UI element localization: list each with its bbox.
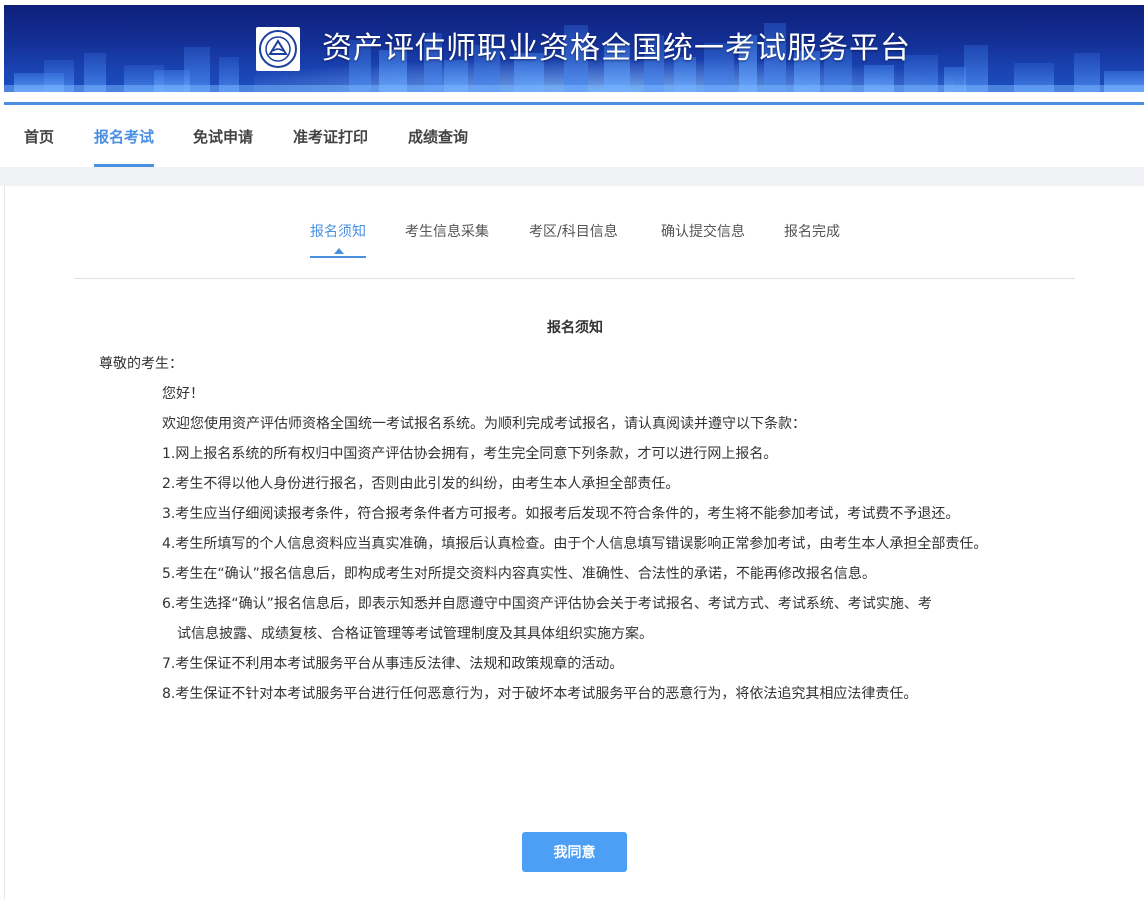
notice-item: 8.考生保证不针对本考试服务平台进行任何恶意行为，对于破坏本考试服务平台的恶意行… — [162, 686, 918, 702]
notice-item: 2.考生不得以他人身份进行报名，否则由此引发的纠纷，由考生本人承担全部责任。 — [162, 476, 680, 492]
step-divider — [74, 278, 1075, 279]
notice-title: 报名须知 — [547, 320, 603, 336]
platform-title: 资产评估师职业资格全国统一考试服务平台 — [322, 31, 911, 66]
notice-body: 您好！ 欢迎您使用资产评估师资格全国统一考试报名系统。为顺利完成考试报名，请认真… — [162, 384, 1042, 714]
step-tab-region-subject[interactable]: 考区/科目信息 — [529, 223, 618, 241]
step-tab-confirm[interactable]: 确认提交信息 — [661, 223, 745, 241]
header-banner: 资产评估师职业资格全国统一考试服务平台 — [4, 5, 1144, 92]
nav-item-exemption[interactable]: 免试申请 — [193, 127, 253, 147]
notice-item: 7.考生保证不利用本考试服务平台从事违反法律、法规和政策规章的活动。 — [162, 656, 624, 672]
notice-salutation: 尊敬的考生： — [99, 356, 183, 372]
step-active-indicator — [310, 256, 366, 258]
step-tab-notice[interactable]: 报名须知 — [310, 223, 366, 241]
step-tab-complete[interactable]: 报名完成 — [784, 223, 840, 241]
registration-card: 报名须知 考生信息采集 考区/科目信息 确认提交信息 报名完成 报名须知 尊敬的… — [4, 186, 1144, 900]
notice-item: 1.网上报名系统的所有权归中国资产评估协会拥有，考生完全同意下列条款，才可以进行… — [162, 446, 778, 462]
notice-item: 5.考生在“确认”报名信息后，即构成考生对所提交资料内容真实性、准确性、合法性的… — [162, 566, 876, 582]
main-nav: 首页 报名考试 免试申请 准考证打印 成绩查询 — [0, 105, 1144, 167]
notice-intro: 欢迎您使用资产评估师资格全国统一考试报名系统。为顺利完成考试报名，请认真阅读并遵… — [162, 416, 806, 432]
agree-button[interactable]: 我同意 — [522, 832, 627, 872]
nav-item-registration[interactable]: 报名考试 — [94, 127, 154, 147]
association-logo — [256, 27, 300, 71]
step-tabs: 报名须知 考生信息采集 考区/科目信息 确认提交信息 报名完成 — [5, 186, 1144, 276]
notice-greeting: 您好！ — [162, 386, 204, 402]
nav-item-home[interactable]: 首页 — [24, 127, 54, 147]
nav-item-admission-ticket[interactable]: 准考证打印 — [293, 127, 368, 147]
notice-item-continued: 试信息披露、成绩复核、合格证管理等考试管理制度及其具体组织实施方案。 — [177, 626, 653, 642]
notice-item: 4.考生所填写的个人信息资料应当真实准确，填报后认真检查。由于个人信息填写错误影… — [162, 536, 988, 552]
section-separator — [0, 167, 1144, 186]
notice-item: 3.考生应当仔细阅读报考条件，符合报考条件者方可报考。如报考后发现不符合条件的，… — [162, 506, 960, 522]
association-logo-icon — [259, 30, 297, 68]
notice-item: 6.考生选择“确认”报名信息后，即表示知悉并自愿遵守中国资产评估协会关于考试报名… — [162, 596, 932, 612]
step-tab-info-collection[interactable]: 考生信息采集 — [405, 223, 489, 241]
nav-item-score-query[interactable]: 成绩查询 — [408, 127, 468, 147]
step-active-caret-icon — [334, 248, 344, 254]
